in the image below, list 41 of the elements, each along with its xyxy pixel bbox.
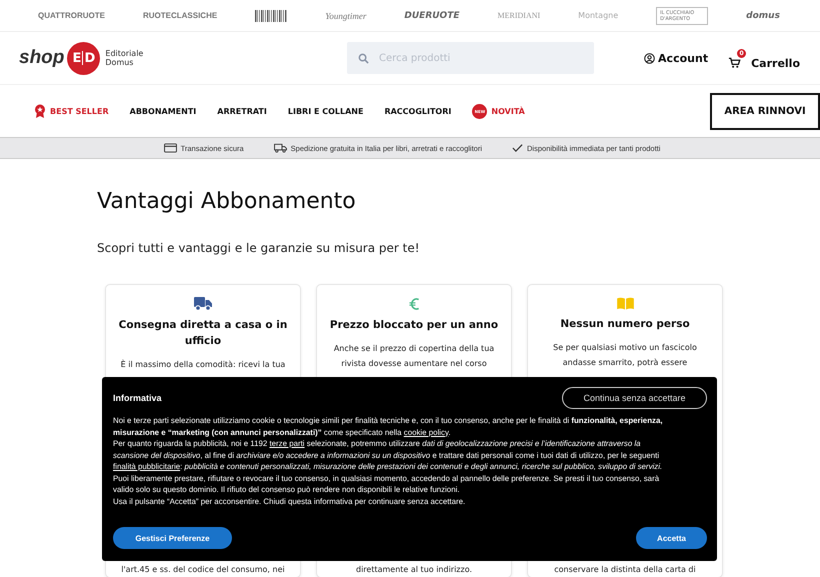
truck-icon [194,297,212,311]
manage-preferences-button[interactable]: Gestisci Preferenze [113,527,232,549]
credit-card-icon [164,143,177,153]
user-icon [644,52,656,64]
nav-link[interactable]: BEST SELLER [34,104,109,118]
card-title: Prezzo bloccato per un anno [330,318,498,333]
card-text: l'art.45 e ss. del codice del consumo, nei [121,564,285,576]
cart-icon [728,57,742,69]
card-title: Nessun numero perso [560,317,690,332]
book-icon [616,297,634,310]
card-title: Consegna diretta a casa o in ufficio [118,318,288,349]
search-icon [358,53,370,64]
card-text: Se per qualsiasi motivo un fascicolo andasse smarrito, potrà essere [552,342,698,369]
barcode-logo-icon[interactable] [255,10,288,22]
award-icon [34,104,46,118]
truck-icon [274,143,287,153]
continue-without-accepting-button[interactable]: Continua senza accettare [562,387,707,409]
page-title: Vantaggi Abbonamento [97,189,357,216]
brand-logo[interactable]: QUATTRORUOTE [38,11,105,20]
nav-link[interactable]: LIBRI E COLLANE [288,106,364,116]
card-text: direttamente al tuo indirizzo. [356,564,472,576]
card-text: Anche se il prezzo di copertina della tua rivista dovesse aumentare nel corso [332,343,496,370]
page-subtitle: Scopri tutti e vantaggi e le garanzie su misura per te! [97,241,421,255]
banner-title: Informativa [113,393,162,403]
check-icon [512,143,524,153]
nav-link[interactable]: ABBONAMENTI [130,106,196,116]
logo-subtitle: Editoriale Domus [105,49,144,67]
accept-button[interactable]: Accetta [636,527,707,549]
brand-logo[interactable]: Youngtimer [325,10,366,20]
card-text: conservare la distinta della carta di [554,564,696,576]
brand-logo[interactable]: RUOTECLASSICHE [142,11,218,20]
logo-wordmark[interactable]: shop [19,47,64,69]
nav-link[interactable]: ARRETRATI [217,106,267,116]
brand-logo[interactable]: domus [746,10,780,20]
brand-logo[interactable]: DUERUOTE [404,10,460,20]
renewal-area-button[interactable]: AREA RINNOVI [710,92,820,130]
euro-icon [408,297,420,311]
logo-badge[interactable]: E D [67,42,100,74]
account-link[interactable]: Account [644,52,708,64]
nav-link[interactable]: RACCOGLITORI [384,106,452,116]
card-text: È il massimo della comodità: ricevi la tua [120,358,286,371]
